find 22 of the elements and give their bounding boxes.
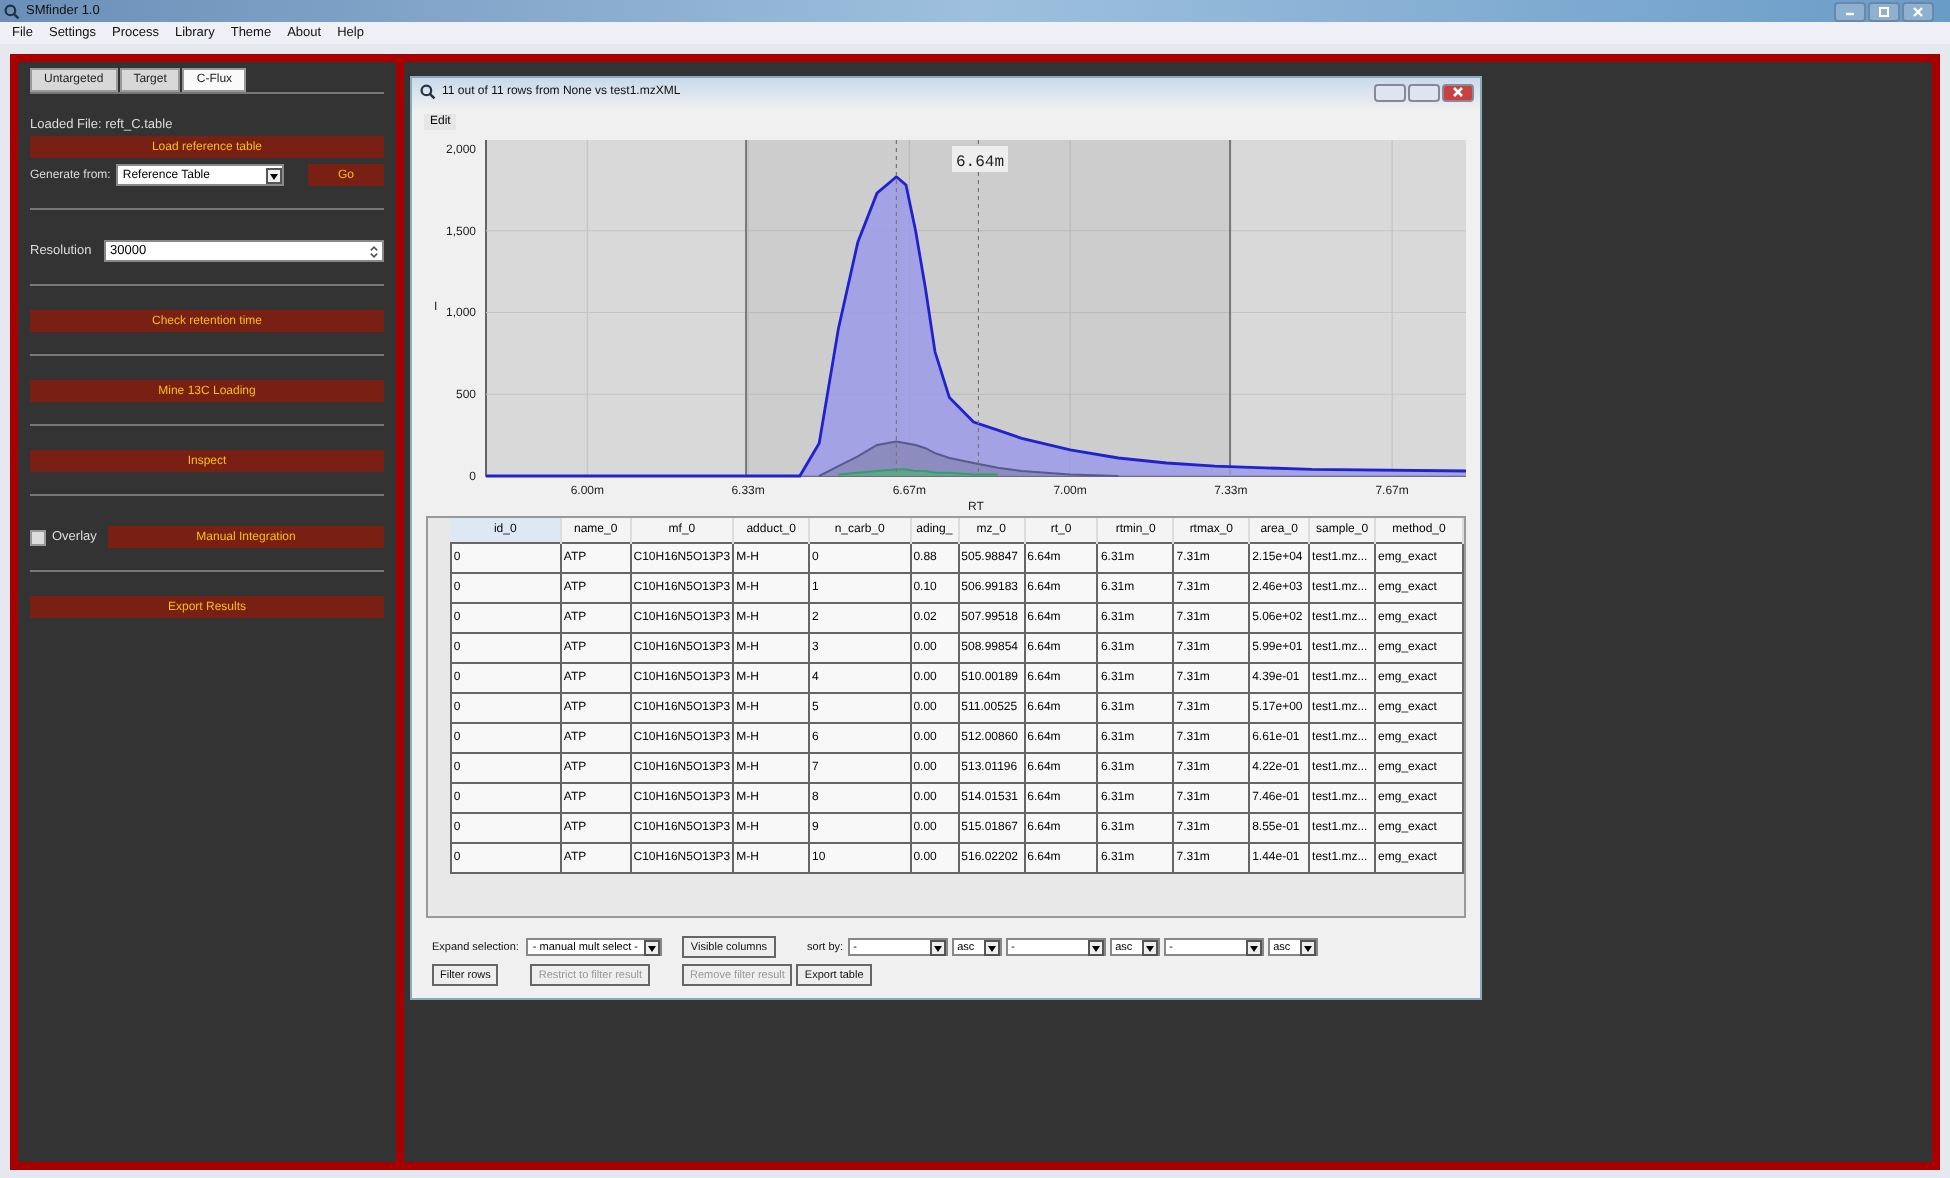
search-icon	[420, 84, 436, 100]
minimize-button[interactable]	[1834, 1, 1866, 21]
marker-label: 6.64m	[952, 146, 1008, 172]
dropdown-arrow-icon	[1299, 939, 1316, 955]
dropdown-arrow-icon	[1087, 939, 1104, 955]
close-button[interactable]	[1442, 83, 1474, 101]
overlay-checkbox[interactable]	[30, 529, 46, 545]
maximize-icon	[1874, 5, 1894, 17]
search-icon	[4, 3, 20, 19]
spinner-arrows-icon	[366, 243, 382, 259]
close-icon	[1908, 5, 1928, 17]
dropdown-arrow-icon	[1141, 939, 1158, 955]
close-button[interactable]	[1902, 1, 1934, 21]
close-icon	[1448, 86, 1468, 98]
minimize-button[interactable]	[1374, 83, 1406, 101]
maximize-button[interactable]	[1408, 83, 1440, 101]
dropdown-arrow-icon	[929, 939, 946, 955]
dropdown-arrow-icon	[1245, 939, 1262, 955]
dropdown-arrow-icon	[983, 939, 1000, 955]
dropdown-arrow-icon	[266, 167, 283, 183]
dropdown-arrow-icon	[644, 939, 661, 955]
maximize-button[interactable]	[1868, 1, 1900, 21]
